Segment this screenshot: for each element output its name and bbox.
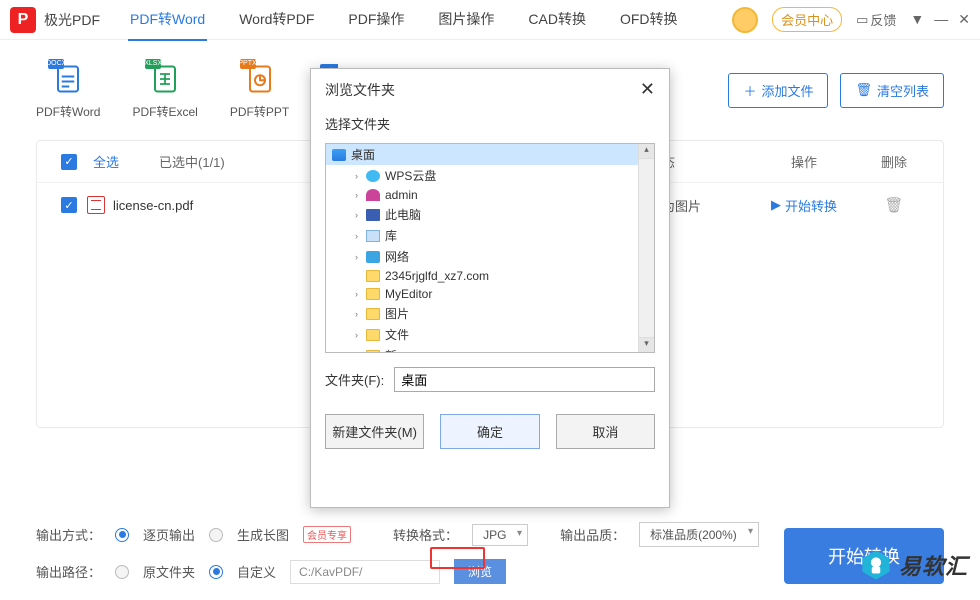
tree-item-desktop[interactable]: 桌面 xyxy=(326,144,654,165)
member-center[interactable]: 会员中心 xyxy=(772,7,842,32)
play-icon: ▶ xyxy=(771,197,781,213)
tree-scrollbar[interactable]: ▴ ▾ xyxy=(638,144,654,352)
radio-original-folder[interactable] xyxy=(115,565,129,579)
plus-icon: ＋ xyxy=(743,81,756,100)
pdf-file-icon xyxy=(87,196,105,214)
format-label: 转换格式： xyxy=(393,525,458,544)
browse-button[interactable]: 浏览 xyxy=(454,559,506,584)
quality-select[interactable]: 标准品质(200%) xyxy=(639,522,759,547)
tab-pdf-to-word[interactable]: PDF转Word xyxy=(128,0,207,41)
tree-item[interactable]: 新 xyxy=(352,345,654,353)
docx-badge: DOCX xyxy=(48,59,64,69)
dialog-close-button[interactable]: ✕ xyxy=(640,79,655,100)
title-bar: P 极光PDF PDF转Word Word转PDF PDF操作 图片操作 CAD… xyxy=(0,0,980,40)
clear-list-button[interactable]: 🗑清空列表 xyxy=(840,73,944,108)
tree-item[interactable]: ›此电脑 xyxy=(352,204,654,225)
tool-label: PDF转Word xyxy=(36,103,100,120)
folder-icon xyxy=(366,350,380,354)
browse-folder-dialog: 浏览文件夹 ✕ 选择文件夹 桌面 ›WPS云盘 ›admin ›此电脑 ›库 ›… xyxy=(310,68,670,508)
tree-item[interactable]: ›文件 xyxy=(352,324,654,345)
tool-label: PDF转PPT xyxy=(230,103,289,120)
folder-icon xyxy=(366,308,380,320)
tab-pdf-ops[interactable]: PDF操作 xyxy=(346,0,406,41)
col-action: 操作 xyxy=(739,152,869,171)
tab-word-to-pdf[interactable]: Word转PDF xyxy=(237,0,316,41)
select-all-checkbox[interactable]: ✓ xyxy=(61,154,77,170)
tool-pdf-to-ppt[interactable]: PPTX PDF转PPT xyxy=(230,61,289,120)
trash-icon: 🗑 xyxy=(855,82,872,98)
quality-label: 输出品质： xyxy=(560,525,625,544)
vip-badge: 会员专享 xyxy=(303,526,351,543)
start-convert-link[interactable]: ▶开始转换 xyxy=(739,196,869,215)
pptx-badge: PPTX xyxy=(240,59,256,69)
ok-button[interactable]: 确定 xyxy=(440,414,539,449)
app-logo: P xyxy=(10,7,36,33)
tab-image-ops[interactable]: 图片操作 xyxy=(436,0,496,41)
library-icon xyxy=(366,230,380,242)
watermark-icon xyxy=(859,548,893,582)
folder-field-label: 文件夹(F): xyxy=(325,370,384,389)
tab-ofd[interactable]: OFD转换 xyxy=(618,0,680,41)
folder-icon xyxy=(366,288,380,300)
tree-item[interactable]: ›库 xyxy=(352,225,654,246)
pc-icon xyxy=(366,209,380,221)
dialog-subtitle: 选择文件夹 xyxy=(311,110,669,143)
tree-item[interactable]: ›WPS云盘 xyxy=(352,165,654,186)
title-right: 会员中心 ▭反馈 ▼ — ✕ xyxy=(732,7,970,33)
delete-row-button[interactable]: 🗑 xyxy=(869,196,919,214)
feedback-link[interactable]: ▭反馈 xyxy=(856,10,896,29)
path-label: 输出路径： xyxy=(36,562,101,581)
tree-item[interactable]: ›admin xyxy=(352,186,654,204)
file-name: license-cn.pdf xyxy=(113,198,193,213)
desktop-icon xyxy=(332,149,346,161)
select-all-label[interactable]: 全选 xyxy=(93,152,119,171)
network-icon xyxy=(366,251,380,263)
format-select[interactable]: JPG xyxy=(472,524,528,546)
tool-label: PDF转Excel xyxy=(132,103,197,120)
menu-icon[interactable]: ▼ xyxy=(910,11,924,28)
dialog-title: 浏览文件夹 xyxy=(325,80,395,100)
chat-icon: ▭ xyxy=(856,12,868,28)
app-name: 极光PDF xyxy=(44,10,100,30)
minimize-button[interactable]: — xyxy=(934,11,948,28)
selected-count: 已选中(1/1) xyxy=(159,152,225,171)
watermark: 易软汇 xyxy=(859,548,968,582)
scroll-down-icon[interactable]: ▾ xyxy=(639,337,654,352)
user-icon xyxy=(366,189,380,201)
new-folder-button[interactable]: 新建文件夹(M) xyxy=(325,414,424,449)
bottom-panel: 输出方式： 逐页输出 生成长图 会员专享 转换格式： JPG 输出品质： 标准品… xyxy=(36,510,944,584)
xlsx-badge: XLSX xyxy=(145,59,161,69)
tree-item[interactable]: ›网络 xyxy=(352,246,654,267)
main-tabs: PDF转Word Word转PDF PDF操作 图片操作 CAD转换 OFD转换 xyxy=(128,0,680,41)
radio-per-page[interactable] xyxy=(115,528,129,542)
add-file-button[interactable]: ＋添加文件 xyxy=(728,73,828,108)
folder-icon xyxy=(366,329,380,341)
radio-custom-folder[interactable] xyxy=(209,565,223,579)
folder-icon xyxy=(366,270,380,282)
window-buttons: ▼ — ✕ xyxy=(910,11,970,28)
scroll-up-icon[interactable]: ▴ xyxy=(639,144,654,159)
user-avatar[interactable] xyxy=(732,7,758,33)
close-button[interactable]: ✕ xyxy=(958,11,970,28)
col-delete: 删除 xyxy=(869,152,919,171)
row-checkbox[interactable]: ✓ xyxy=(61,197,77,213)
cloud-icon xyxy=(366,170,380,182)
tool-pdf-to-excel[interactable]: XLSX PDF转Excel xyxy=(132,61,197,120)
cancel-button[interactable]: 取消 xyxy=(556,414,655,449)
radio-long-image[interactable] xyxy=(209,528,223,542)
folder-tree[interactable]: 桌面 ›WPS云盘 ›admin ›此电脑 ›库 ›网络 2345rjglfd_… xyxy=(325,143,655,353)
tree-item[interactable]: ›MyEditor xyxy=(352,285,654,303)
output-mode-label: 输出方式： xyxy=(36,525,101,544)
tab-cad[interactable]: CAD转换 xyxy=(526,0,588,41)
tool-pdf-to-word[interactable]: DOCX PDF转Word xyxy=(36,61,100,120)
tree-item[interactable]: 2345rjglfd_xz7.com xyxy=(352,267,654,285)
folder-name-input[interactable] xyxy=(394,367,655,392)
output-path-input[interactable]: C:/KavPDF/ xyxy=(290,560,440,584)
tree-item[interactable]: ›图片 xyxy=(352,303,654,324)
